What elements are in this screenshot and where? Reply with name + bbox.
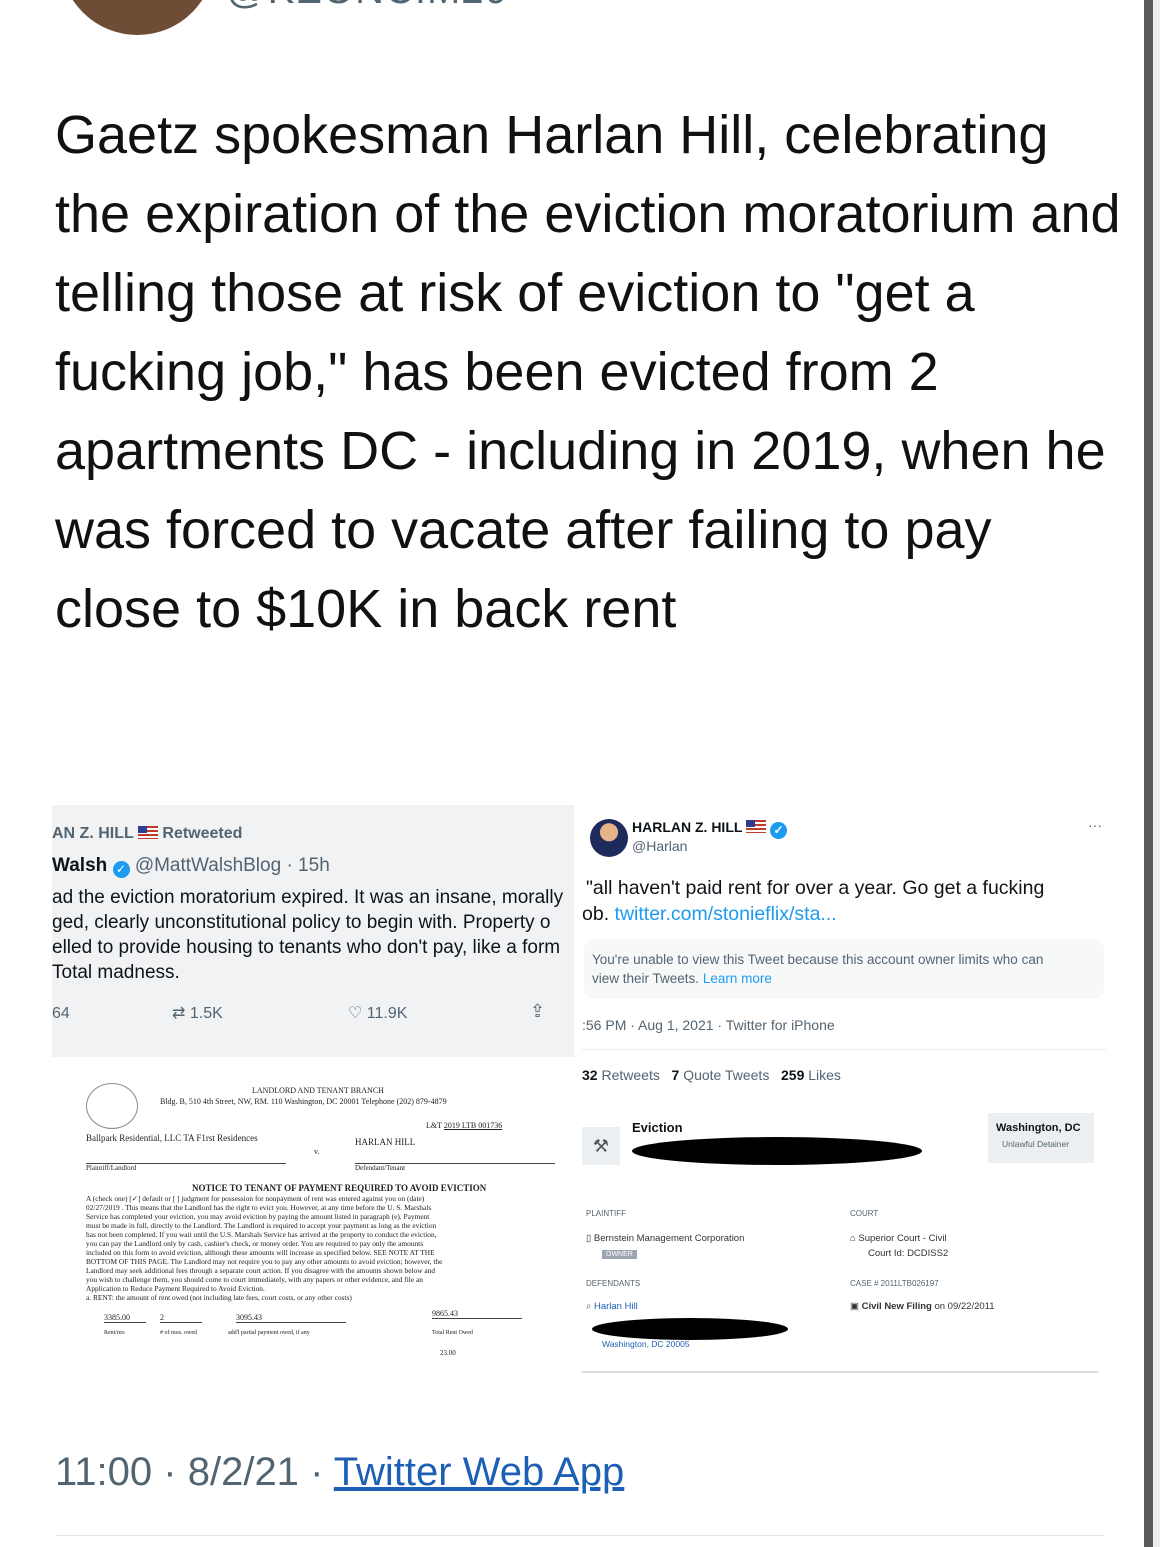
doc-branch: LANDLORD AND TENANT BRANCH xyxy=(252,1086,384,1095)
courthouse-icon: ⌂ xyxy=(850,1233,856,1244)
plaintiff-name: Bernstein Management Corporation xyxy=(593,1233,745,1244)
doc-total: 9865.43 xyxy=(432,1309,522,1319)
retweet-screenshot: AN Z. HILL Retweeted Walsh ✓ @MattWalshB… xyxy=(52,805,574,1057)
case-subtype: Unlawful Detainer xyxy=(1002,1139,1070,1149)
doc-total-label: Total Rent Owed xyxy=(432,1330,473,1336)
learn-more-link: Learn more xyxy=(702,971,772,986)
court-notice-document: LANDLORD AND TENANT BRANCH Bldg. B, 510 … xyxy=(52,1057,574,1390)
likes-count: 259 xyxy=(781,1067,805,1083)
harlan-line-2: ob. xyxy=(582,903,610,925)
doc-rent: 3385.00 xyxy=(104,1313,146,1323)
doc-defendant: HARLAN HILL xyxy=(355,1137,416,1147)
retweet-count: 1.5K xyxy=(189,1005,223,1022)
tweet-date: 8/2/21 xyxy=(187,1450,299,1494)
doc-address: Bldg. B, 510 4th Street, NW, RM. 110 Was… xyxy=(160,1097,447,1106)
scrollbar-thumb[interactable] xyxy=(1144,0,1153,1547)
case-location: Washington, DC xyxy=(996,1122,1081,1134)
rt-count: 32 xyxy=(582,1067,598,1083)
court-label: COURT xyxy=(850,1209,879,1218)
building-icon: ▯ xyxy=(586,1233,592,1244)
rt-author-name: Walsh xyxy=(52,855,108,876)
retweeted-by: AN Z. HILL xyxy=(52,825,134,842)
qt-label: Quote Tweets xyxy=(683,1067,770,1083)
rt-line: ged, clearly unconstitutional policy to … xyxy=(52,912,551,933)
court-record-card: ⚒ Eviction Washington, DC Unlawful Detai… xyxy=(582,1095,1112,1390)
doc-case-no: 2019 LTB 001736 xyxy=(443,1121,503,1130)
like-count: 11.9K xyxy=(366,1005,408,1022)
harlan-name: HARLAN Z. HILL xyxy=(632,819,743,835)
doc-months-label: # of mos. owed xyxy=(160,1330,197,1336)
court-seal-icon xyxy=(86,1083,138,1129)
scrollbar-track[interactable] xyxy=(1153,0,1160,1547)
harlan-line-1: "all haven't paid rent for over a year. … xyxy=(586,877,1045,899)
unavailable-notice: You're unable to view this Tweet because… xyxy=(592,952,1044,967)
tweet-media[interactable]: AN Z. HILL Retweeted Walsh ✓ @MattWalshB… xyxy=(52,805,1112,1390)
rt-age: · 15h xyxy=(286,855,330,876)
rt-author-handle: @MattWalshBlog xyxy=(134,855,282,876)
doc-defendant-label: Defendant/Tenant xyxy=(355,1163,555,1172)
doc-rent-label: Rent/mo xyxy=(104,1330,125,1336)
source-link[interactable]: Twitter Web App xyxy=(334,1450,625,1494)
defendants-label: DEFENDANTS xyxy=(586,1279,641,1288)
doc-versus: v. xyxy=(314,1147,320,1156)
rt-line: Total madness. xyxy=(52,962,180,983)
plaintiff-label: PLAINTIFF xyxy=(586,1209,627,1218)
share-icon: ⇪ xyxy=(530,1001,546,1021)
us-flag-icon xyxy=(746,820,767,833)
reply-count: 64 xyxy=(52,1005,70,1022)
defendant-name: Harlan Hill xyxy=(593,1301,638,1312)
doc-case-prefix: L&T xyxy=(426,1121,442,1130)
verified-icon: ✓ xyxy=(769,822,787,839)
gavel-icon: ⚒ xyxy=(582,1127,620,1165)
court-name: Superior Court - Civil xyxy=(858,1233,947,1244)
case-number: CASE # 2011LTB026197 xyxy=(850,1279,939,1288)
doc-partial-label: add'l partial payment owed, if any xyxy=(228,1330,310,1336)
doc-partial: 3095.43 xyxy=(236,1313,346,1323)
divider xyxy=(55,1535,1105,1536)
search-icon: ⌕ xyxy=(586,1301,592,1312)
doc-plaintiff-label: Plaintiff/Landlord xyxy=(86,1163,286,1172)
owner-badge: OWNER xyxy=(602,1250,637,1259)
verified-icon: ✓ xyxy=(112,861,130,878)
harlan-avatar xyxy=(590,819,628,857)
filing-date: on 09/22/2011 xyxy=(934,1301,995,1312)
author-handle[interactable]: @KEONCIM20 xyxy=(226,0,508,13)
doc-next-value: 23.00 xyxy=(440,1349,456,1357)
doc-body-line: a. RENT: the amount of rent owed (not in… xyxy=(86,1293,352,1302)
retweet-icon: ⇄ xyxy=(172,1005,186,1022)
qt-count: 7 xyxy=(671,1067,680,1083)
more-icon: ··· xyxy=(1088,817,1102,833)
defendant-address: Washington, DC 20005 xyxy=(602,1339,690,1349)
calendar-icon: ▣ xyxy=(850,1301,859,1312)
doc-months: 2 xyxy=(160,1313,202,1323)
tweet-timestamp: 11:00 · 8/2/21 · Twitter Web App xyxy=(55,1450,624,1495)
case-type: Eviction xyxy=(632,1120,683,1135)
rt-line: ad the eviction moratorium expired. It w… xyxy=(52,887,564,908)
doc-heading: NOTICE TO TENANT OF PAYMENT REQUIRED TO … xyxy=(192,1183,487,1193)
unavailable-notice-2: view their Tweets. xyxy=(592,971,700,986)
harlan-handle: @Harlan xyxy=(632,838,688,854)
court-id: Court Id: DCDISS2 xyxy=(868,1248,949,1259)
tweet-time: 11:00 xyxy=(55,1450,153,1494)
doc-plaintiff: Ballpark Residential, LLC TA F1rst Resid… xyxy=(86,1133,258,1143)
timestamp-separator: · xyxy=(163,1450,177,1494)
retweeted-label: Retweeted xyxy=(162,825,243,842)
avatar[interactable] xyxy=(60,0,215,35)
rt-line: elled to provide housing to tenants who … xyxy=(52,937,561,958)
likes-label: Likes xyxy=(808,1067,841,1083)
heart-icon: ♡ xyxy=(348,1005,363,1022)
us-flag-icon xyxy=(137,826,158,839)
filing-type: Civil New Filing xyxy=(861,1301,932,1312)
harlan-meta: :56 PM · Aug 1, 2021 · Twitter for iPhon… xyxy=(582,1017,835,1033)
rt-label: Retweets xyxy=(601,1067,660,1083)
tweet-text: Gaetz spokesman Harlan Hill, celebrating… xyxy=(55,105,1121,639)
harlan-tweet-screenshot: HARLAN Z. HILL ✓ @Harlan ··· "all haven'… xyxy=(582,805,1112,1095)
timestamp-separator: · xyxy=(310,1450,324,1494)
harlan-link: twitter.com/stonieflix/sta... xyxy=(614,903,837,925)
